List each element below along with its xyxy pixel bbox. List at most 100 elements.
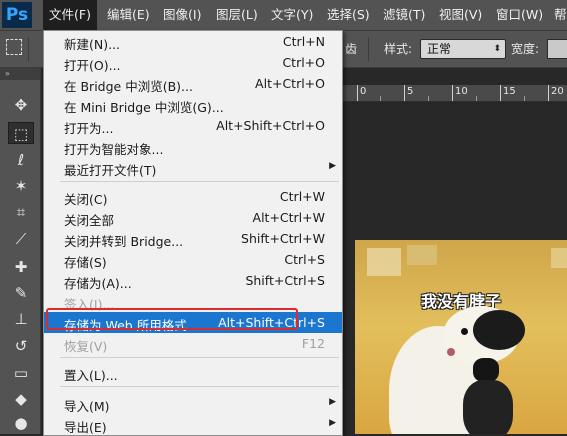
ruler-tick	[357, 85, 358, 101]
options-divider	[28, 37, 29, 61]
lasso-tool-icon[interactable]: ℓ	[8, 149, 34, 171]
menu-filter[interactable]: 滤镜(T)	[377, 0, 431, 30]
menu-item-label: 关闭(C)	[64, 192, 108, 207]
menu-item-open-smart-object[interactable]: 打开为智能对象...	[44, 136, 342, 157]
menu-item-shortcut: Ctrl+O	[282, 55, 325, 70]
menu-item-save[interactable]: 存储(S) Ctrl+S	[44, 249, 342, 270]
menu-item-label: 打开为...	[64, 121, 114, 136]
menu-item-label: 新建(N)...	[64, 37, 121, 52]
style-label: 样式:	[384, 42, 413, 56]
menu-separator	[60, 386, 339, 387]
history-brush-tool-icon[interactable]: ↺	[8, 335, 34, 357]
pixelated-area	[367, 248, 401, 276]
menu-item-label: 导入(M)	[64, 399, 110, 414]
ruler-number: 10	[455, 86, 468, 97]
menu-item-close-all[interactable]: 关闭全部 Alt+Ctrl+W	[44, 207, 342, 228]
menu-item-label: 最近打开文件(T)	[64, 163, 157, 178]
menu-item-recent-files[interactable]: 最近打开文件(T) ▶	[44, 157, 342, 178]
menu-separator	[60, 357, 339, 358]
ruler-tick	[524, 96, 525, 101]
creature-eye	[461, 328, 468, 335]
menu-item-label: 在 Bridge 中浏览(B)...	[64, 79, 193, 94]
menu-item-import[interactable]: 导入(M) ▶	[44, 393, 342, 414]
menu-item-new[interactable]: 新建(N)... Ctrl+N	[44, 31, 342, 52]
eyedropper-tool-icon[interactable]: ⟋	[8, 228, 34, 250]
style-select[interactable]: 正常 ⬍	[420, 39, 506, 59]
menu-type[interactable]: 文字(Y)	[265, 0, 319, 30]
ruler-number: 15	[503, 86, 516, 97]
ruler-number: 0	[360, 86, 367, 97]
style-select-value: 正常	[427, 42, 452, 56]
creature-shadow	[463, 380, 513, 434]
menu-item-save-as[interactable]: 存储为(A)... Shift+Ctrl+S	[44, 270, 342, 291]
brush-tool-icon[interactable]: ✎	[8, 282, 34, 304]
menu-item-label: 在 Mini Bridge 中浏览(G)...	[64, 100, 224, 115]
menu-edit[interactable]: 编辑(E)	[101, 0, 156, 30]
blur-tool-icon[interactable]: ●	[8, 412, 34, 434]
paint-bucket-tool-icon[interactable]: ◆	[8, 388, 34, 410]
menu-help[interactable]: 帮	[548, 0, 567, 30]
menu-select[interactable]: 选择(S)	[321, 0, 376, 30]
panel-collapse-grip[interactable]: »	[0, 68, 40, 80]
menu-layer[interactable]: 图层(L)	[210, 0, 264, 30]
menu-item-label: 打开为智能对象...	[64, 142, 164, 157]
ruler-tick	[476, 96, 477, 101]
eraser-tool-icon[interactable]: ▭	[8, 362, 34, 384]
menu-separator	[60, 181, 339, 182]
menu-item-open-as[interactable]: 打开为... Alt+Shift+Ctrl+O	[44, 115, 342, 136]
ruler-tick	[404, 85, 405, 101]
menu-item-label: 存储(S)	[64, 255, 107, 270]
photoshop-logo: Ps	[2, 2, 32, 28]
menu-bar: Ps 文件(F) 编辑(E) 图像(I) 图层(L) 文字(Y) 选择(S) 滤…	[0, 0, 567, 31]
healing-brush-tool-icon[interactable]: ✚	[8, 256, 34, 278]
menu-window[interactable]: 窗口(W)	[490, 0, 549, 30]
document-image: 我没有脖子	[355, 240, 567, 434]
creature-mouth	[447, 348, 455, 356]
menu-item-place[interactable]: 置入(L)...	[44, 362, 342, 383]
move-tool-icon[interactable]: ✥	[8, 94, 34, 116]
menu-item-label: 关闭并转到 Bridge...	[64, 234, 184, 249]
crop-tool-icon[interactable]: ⌗	[8, 201, 34, 223]
anti-alias-label: 齿	[345, 42, 358, 56]
pixelated-area	[551, 248, 567, 268]
ruler-tick	[548, 85, 549, 101]
ruler-number: 20	[551, 86, 564, 97]
magic-wand-tool-icon[interactable]: ✶	[8, 175, 34, 197]
tools-panel: » ✥ ⬚ ℓ ✶ ⌗ ⟋ ✚ ✎ ⊥ ↺ ▭ ◆ ●	[0, 68, 41, 434]
menu-item-shortcut: Shift+Ctrl+W	[241, 231, 325, 246]
ruler-tick	[428, 96, 429, 101]
file-menu-dropdown: 新建(N)... Ctrl+N 打开(O)... Ctrl+O 在 Bridge…	[43, 30, 343, 436]
menu-item-shortcut: Alt+Shift+Ctrl+O	[216, 118, 325, 133]
options-divider	[368, 37, 369, 61]
ruler-tick	[380, 96, 381, 101]
menu-item-shortcut: Alt+Ctrl+O	[255, 76, 325, 91]
select-arrows-icon: ⬍	[493, 44, 501, 54]
clone-stamp-tool-icon[interactable]: ⊥	[8, 308, 34, 330]
creature-hand	[473, 358, 499, 382]
menu-image[interactable]: 图像(I)	[157, 0, 207, 30]
menu-item-label: 存储为(A)...	[64, 276, 132, 291]
menu-item-browse-bridge[interactable]: 在 Bridge 中浏览(B)... Alt+Ctrl+O	[44, 73, 342, 94]
menu-item-open[interactable]: 打开(O)... Ctrl+O	[44, 52, 342, 73]
menu-item-shortcut: Ctrl+N	[282, 34, 325, 49]
menu-item-browse-mini-bridge[interactable]: 在 Mini Bridge 中浏览(G)...	[44, 94, 342, 115]
width-input[interactable]	[547, 39, 567, 59]
menu-item-label: 恢复(V)	[64, 339, 108, 354]
menu-item-label: 导出(E)	[64, 420, 107, 435]
menu-item-label: 关闭全部	[64, 213, 115, 228]
menu-item-label: 打开(O)...	[64, 58, 121, 73]
menu-item-shortcut: Ctrl+W	[279, 189, 325, 204]
menu-item-shortcut: F12	[301, 336, 325, 351]
menu-item-label: 置入(L)...	[64, 368, 118, 383]
submenu-arrow-icon: ▶	[329, 397, 336, 407]
creature-ear-patch	[473, 310, 525, 350]
menu-item-close[interactable]: 关闭(C) Ctrl+W	[44, 186, 342, 207]
menu-view[interactable]: 视图(V)	[433, 0, 488, 30]
menu-file[interactable]: 文件(F)	[43, 0, 97, 30]
menu-item-revert: 恢复(V) F12	[44, 333, 342, 354]
menu-item-close-goto-bridge[interactable]: 关闭并转到 Bridge... Shift+Ctrl+W	[44, 228, 342, 249]
menu-item-export[interactable]: 导出(E) ▶	[44, 414, 342, 435]
marquee-tool-icon[interactable]: ⬚	[8, 122, 34, 144]
ruler-tick	[500, 85, 501, 101]
tool-preset-icon[interactable]	[6, 39, 22, 55]
